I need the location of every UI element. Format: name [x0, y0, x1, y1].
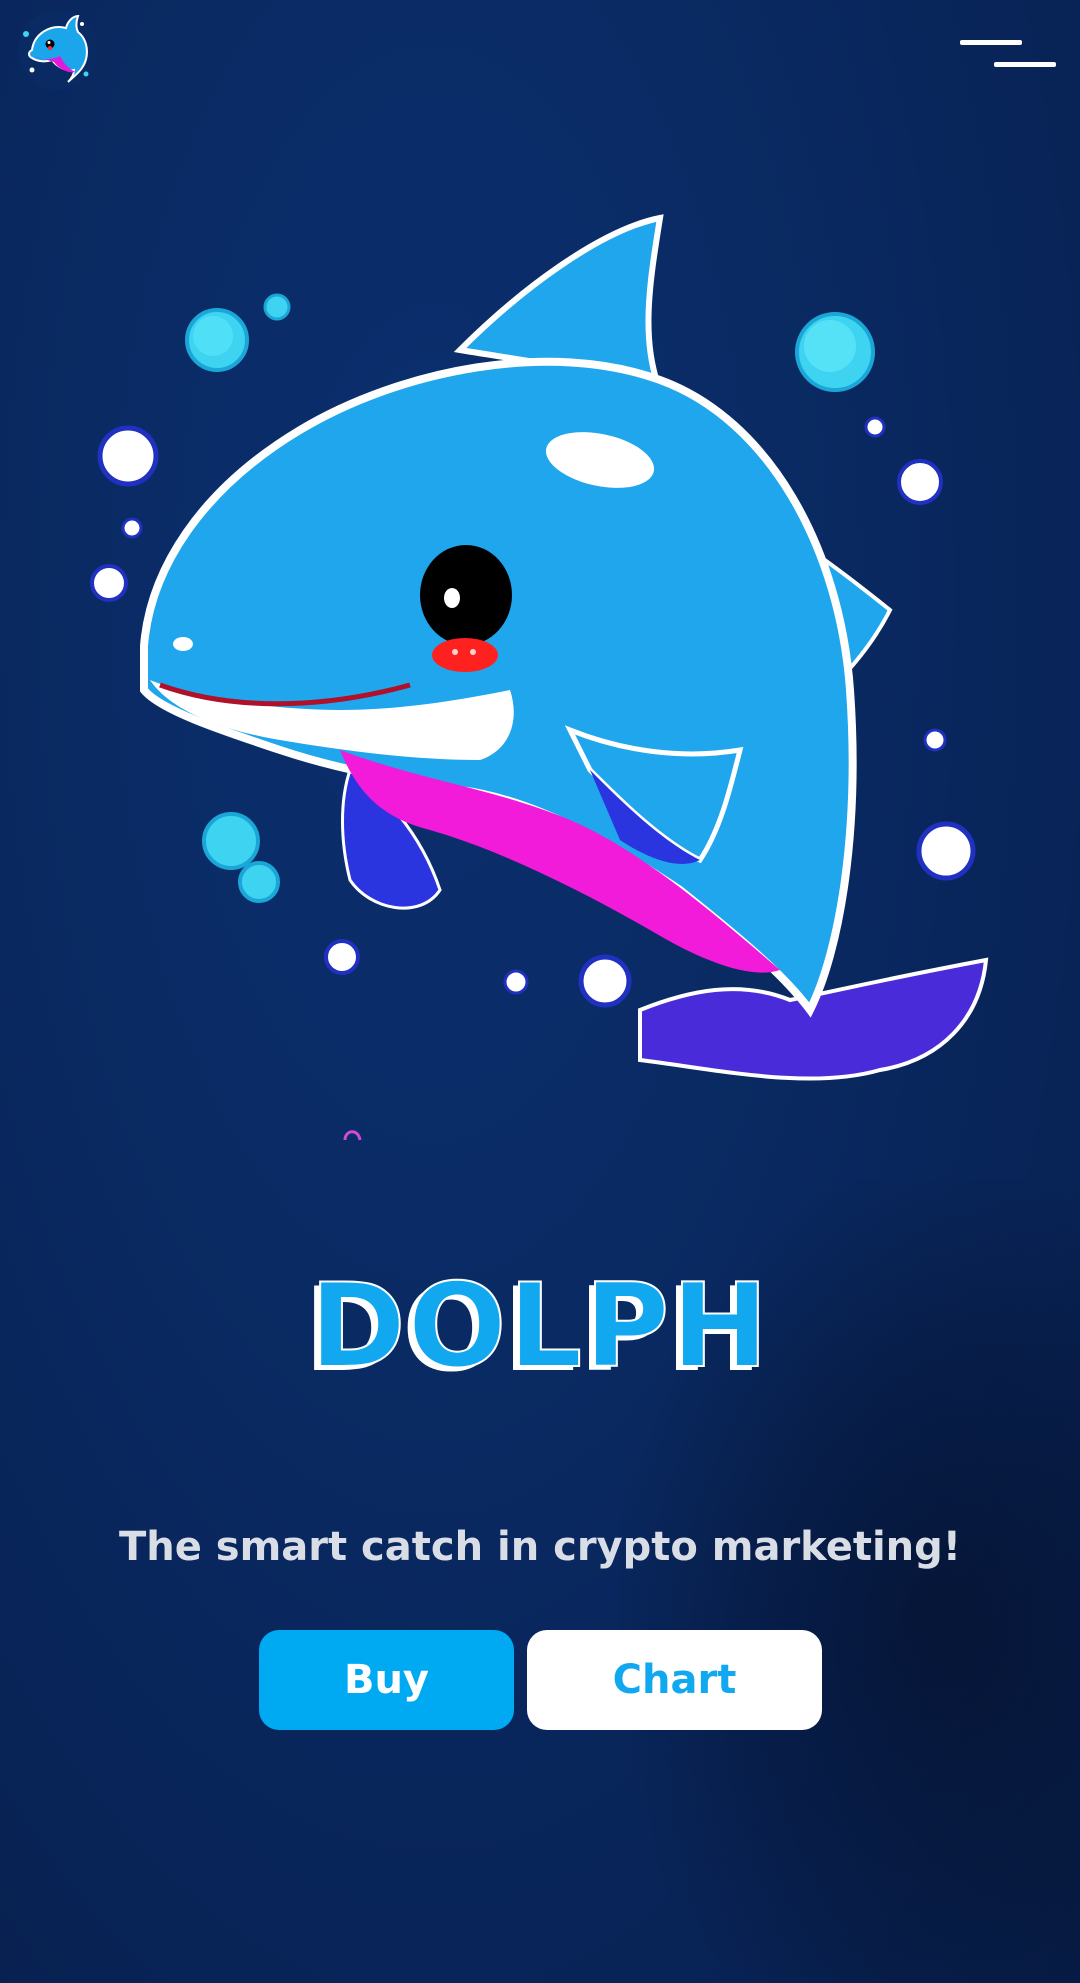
tagline: The smart catch in crypto marketing! [118, 1524, 962, 1570]
menu-bar-top [960, 40, 1022, 45]
hamburger-menu-icon[interactable] [958, 36, 1062, 76]
menu-bar-bottom [994, 62, 1056, 67]
dolphin-logo-icon[interactable] [16, 8, 100, 92]
page-title: DOLPH [309, 1259, 771, 1394]
buy-button[interactable]: Buy [259, 1630, 514, 1730]
dolphin-mascot-illustration [80, 190, 1000, 1170]
chart-button[interactable]: Chart [527, 1630, 822, 1730]
